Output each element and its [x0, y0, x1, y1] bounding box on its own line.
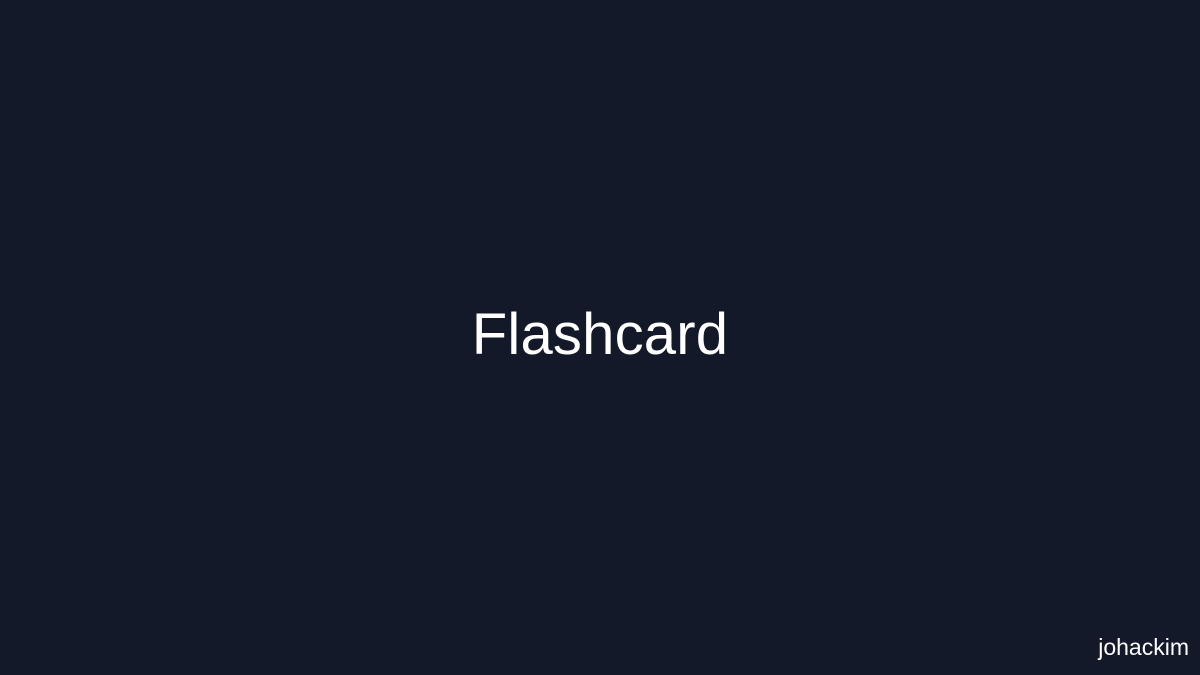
author-credit: johackim [1098, 634, 1189, 660]
title-screen: { "screen": { "title": "Flashcard", "aut… [0, 0, 1200, 675]
page-title: Flashcard [471, 302, 729, 367]
